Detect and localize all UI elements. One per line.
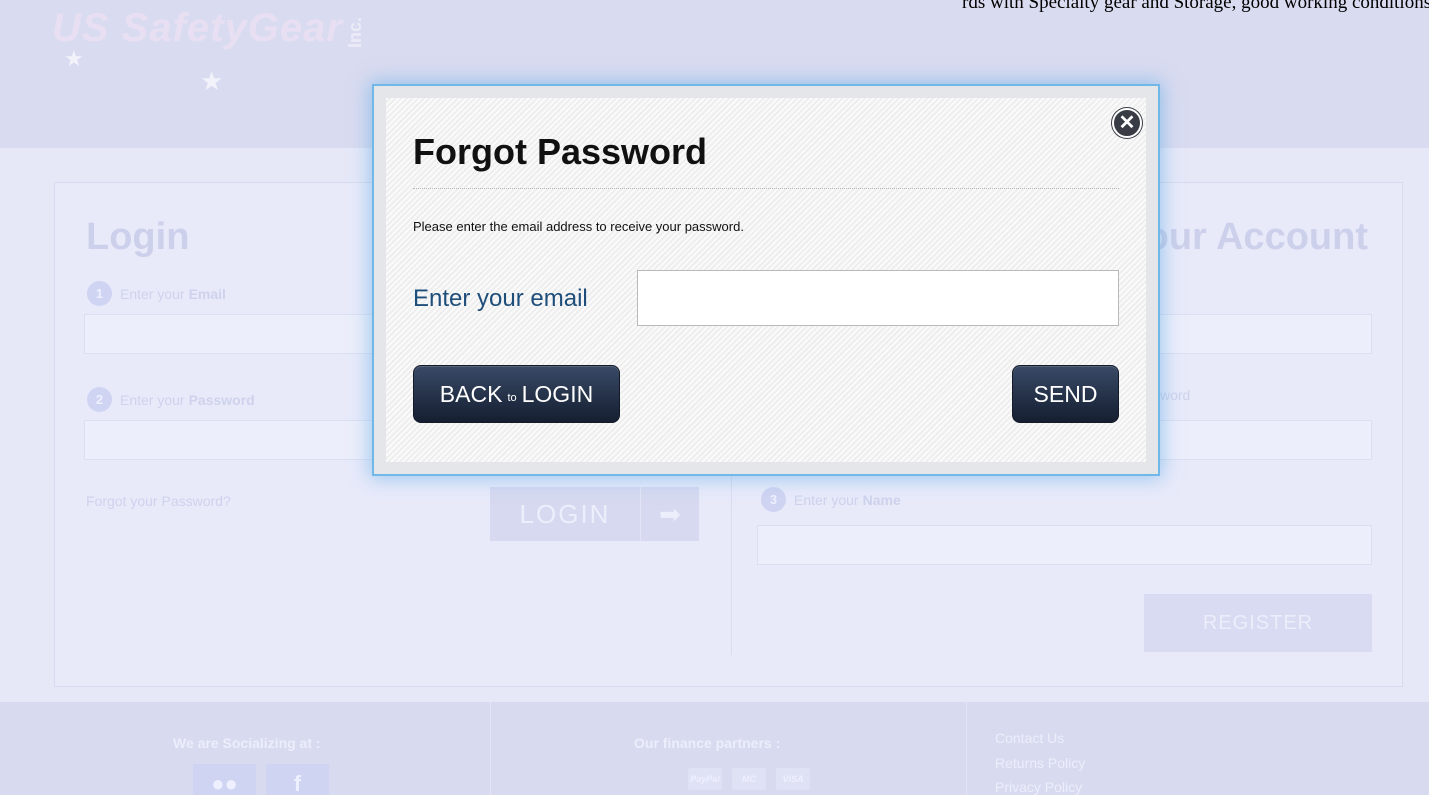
forgot-password-link[interactable]: Forgot your Password?	[86, 493, 231, 509]
logo-star-icon: ★	[64, 46, 84, 71]
step-number: 2	[87, 387, 112, 412]
paypal-icon: PayPal	[688, 768, 722, 790]
step-field: word	[1160, 387, 1191, 403]
login-button[interactable]: LOGIN ➡	[490, 487, 699, 541]
login-email-step: 1 Enter your Email	[87, 281, 226, 306]
facebook-icon[interactable]: f	[266, 764, 329, 795]
login-heading: Login	[86, 216, 190, 258]
visa-icon: VISA	[776, 768, 810, 790]
flickr-icon[interactable]: ●●	[193, 764, 256, 795]
email-label: Enter your email	[413, 285, 588, 312]
footer-link-privacy[interactable]: Privacy Policy	[995, 779, 1082, 795]
step-label: Enter your	[120, 391, 185, 408]
step-label: Enter your	[120, 285, 185, 302]
footer-divider	[490, 702, 491, 795]
register-name-step: 3 Enter your Name	[761, 487, 901, 512]
back-label-target: LOGIN	[521, 380, 594, 407]
register-button[interactable]: REGISTER	[1144, 594, 1372, 652]
modal-description: Please enter the email address to receiv…	[413, 219, 744, 234]
back-to-login-button[interactable]: BACK to LOGIN	[413, 365, 620, 423]
register-email-input[interactable]	[1150, 314, 1372, 354]
logo-suffix: Inc.	[345, 16, 365, 48]
send-button[interactable]: SEND	[1012, 365, 1119, 423]
step-field: Email	[188, 285, 226, 302]
login-password-input[interactable]	[84, 420, 384, 460]
login-password-step: 2 Enter your Password	[87, 387, 255, 412]
mastercard-icon: MC	[732, 768, 766, 790]
register-password-step: word	[1160, 387, 1190, 403]
login-email-input[interactable]	[84, 314, 384, 354]
logo-star-icon: ★	[200, 66, 224, 96]
social-title: We are Socializing at :	[173, 735, 321, 751]
header-tagline: rds with Specialty gear and Storage, goo…	[962, 0, 1429, 13]
step-field: Name	[862, 491, 901, 508]
footer-link-returns[interactable]: Returns Policy	[995, 755, 1085, 771]
register-password-input[interactable]	[1150, 420, 1372, 460]
title-divider	[413, 188, 1119, 189]
footer-link-contact[interactable]: Contact Us	[995, 730, 1064, 746]
close-icon[interactable]: ✕	[1112, 108, 1142, 138]
step-label: Enter your	[794, 491, 859, 508]
register-name-input[interactable]	[757, 525, 1372, 565]
step-number: 3	[761, 487, 786, 512]
step-field: Password	[188, 391, 255, 408]
email-input[interactable]	[637, 270, 1119, 326]
login-button-label: LOGIN	[519, 498, 611, 529]
finance-title: Our finance partners :	[634, 735, 781, 751]
footer-divider	[966, 702, 967, 795]
back-label: BACK	[439, 380, 503, 407]
back-label-connector: to	[507, 392, 517, 404]
arrow-right-icon: ➡	[659, 498, 681, 529]
step-number: 1	[87, 281, 112, 306]
logo-text: US SafetyGear	[52, 6, 343, 50]
modal-title: Forgot Password	[413, 131, 708, 172]
